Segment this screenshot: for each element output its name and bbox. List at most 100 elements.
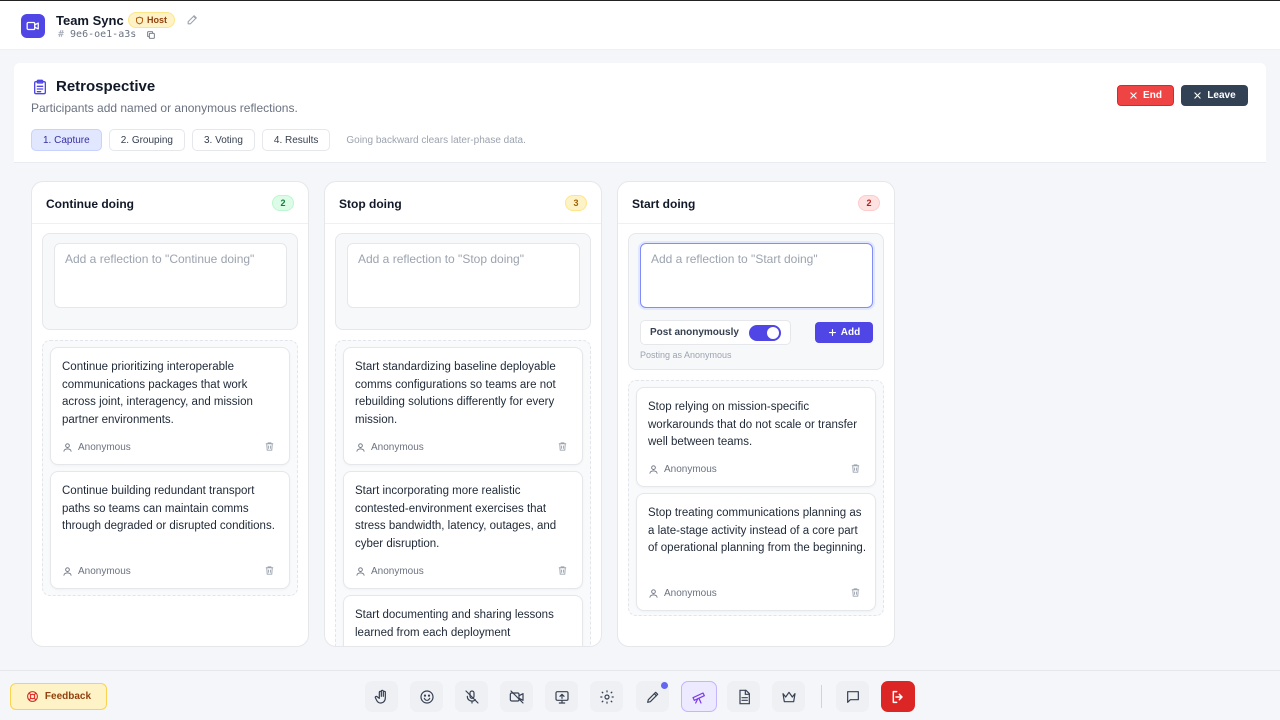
chat-button[interactable] — [836, 681, 869, 712]
draw-icon — [646, 691, 658, 703]
lifebuoy-icon — [27, 691, 38, 702]
reflection-card[interactable]: Start incorporating more realistic conte… — [343, 471, 583, 589]
copy-icon[interactable] — [146, 30, 156, 40]
column-header: Continue doing 2 — [32, 182, 308, 224]
trash-icon[interactable] — [850, 587, 861, 598]
column-header: Stop doing 3 — [325, 182, 601, 224]
bottom-toolbar: Feedback — [0, 670, 1280, 720]
feedback-label: Feedback — [44, 691, 92, 702]
plus-icon — [828, 328, 836, 337]
crown-icon — [781, 691, 796, 702]
mic-off-icon — [464, 689, 479, 704]
user-icon — [63, 443, 72, 452]
retro-subtitle: Participants add named or anonymous refl… — [31, 101, 298, 115]
reflection-card[interactable]: Continue prioritizing interoperable comm… — [50, 347, 290, 465]
raise-hand-button[interactable] — [365, 681, 398, 712]
screen-share-button[interactable] — [545, 681, 578, 712]
exit-icon — [892, 690, 903, 703]
column-title: Start doing — [632, 197, 696, 211]
reflection-input-box: Post anonymously Add Posting as Anonymou… — [628, 233, 884, 370]
crown-button[interactable] — [772, 681, 805, 712]
cards-area: Stop relying on mission-specific workaro… — [628, 380, 884, 616]
phase-note: Going backward clears later-phase data. — [346, 134, 526, 146]
reflection-card[interactable]: Start standardizing baseline deployable … — [343, 347, 583, 465]
exit-button[interactable] — [881, 681, 915, 712]
reflection-input[interactable] — [640, 243, 873, 308]
host-badge-label: Host — [147, 15, 167, 25]
column-start-doing: Start doing 2 Post anonymously Add Posti… — [617, 181, 895, 647]
cards-area: Continue prioritizing interoperable comm… — [42, 340, 298, 596]
card-text: Stop treating communications planning as… — [648, 507, 867, 555]
reflection-card[interactable]: Start documenting and sharing lessons le… — [343, 595, 583, 646]
retro-button[interactable] — [681, 681, 717, 712]
column-stop-doing: Stop doing 3 Start standardizing baselin… — [324, 181, 602, 647]
reflection-input-box — [42, 233, 298, 330]
card-text: Start incorporating more realistic conte… — [355, 485, 557, 551]
close-icon — [1194, 92, 1201, 99]
shield-icon — [136, 16, 143, 24]
trash-icon[interactable] — [557, 441, 568, 452]
raise-hand-icon — [374, 689, 386, 704]
mic-toggle-button[interactable] — [455, 681, 488, 712]
card-text: Continue prioritizing interoperable comm… — [62, 361, 253, 427]
top-bar: Team Sync Host # 9e6-oe1-a3s — [0, 0, 1280, 50]
settings-icon — [599, 689, 614, 704]
card-author: Anonymous — [62, 442, 131, 453]
tab-grouping[interactable]: 2. Grouping — [108, 129, 185, 151]
end-button[interactable]: End — [1117, 85, 1174, 106]
trash-icon[interactable] — [264, 441, 275, 452]
tab-results[interactable]: 4. Results — [261, 129, 331, 151]
reflection-card[interactable]: Stop treating communications planning as… — [636, 493, 876, 611]
edit-title-icon[interactable] — [186, 13, 199, 26]
column-count-badge: 2 — [272, 195, 294, 211]
user-icon — [356, 443, 365, 452]
phase-tabs: 1. Capture 2. Grouping 3. Voting 4. Resu… — [31, 129, 526, 151]
tab-voting[interactable]: 3. Voting — [191, 129, 255, 151]
draw-button[interactable] — [636, 681, 669, 712]
room-code-value: 9e6-oe1-a3s — [70, 29, 137, 40]
settings-button[interactable] — [590, 681, 623, 712]
camera-off-icon — [509, 689, 524, 704]
reflection-card[interactable]: Continue building redundant transport pa… — [50, 471, 290, 589]
card-text: Start documenting and sharing lessons le… — [355, 609, 554, 639]
screen-share-icon — [554, 690, 569, 704]
card-author-name: Anonymous — [371, 442, 424, 453]
retro-title: Retrospective — [56, 78, 156, 95]
column-title: Continue doing — [46, 197, 134, 211]
card-author-name: Anonymous — [371, 566, 424, 577]
trash-icon[interactable] — [850, 463, 861, 474]
card-author: Anonymous — [62, 566, 131, 577]
trash-icon[interactable] — [264, 565, 275, 576]
telescope-icon — [692, 691, 705, 704]
column-continue-doing: Continue doing 2 Continue prioritizing i… — [31, 181, 309, 647]
column-header: Start doing 2 — [618, 182, 894, 224]
trash-icon[interactable] — [557, 565, 568, 576]
feedback-button[interactable]: Feedback — [10, 683, 107, 710]
posting-as-note: Posting as Anonymous — [640, 350, 732, 360]
card-author: Anonymous — [648, 588, 717, 599]
toggle-switch[interactable] — [749, 325, 781, 341]
reflection-input[interactable] — [347, 243, 580, 308]
reflection-input[interactable] — [54, 243, 287, 308]
card-author: Anonymous — [648, 464, 717, 475]
add-button-label: Add — [840, 327, 861, 338]
notes-button[interactable] — [727, 681, 760, 712]
add-button[interactable]: Add — [815, 322, 873, 343]
user-icon — [649, 589, 658, 598]
reflection-card[interactable]: Stop relying on mission-specific workaro… — [636, 387, 876, 487]
card-text: Start standardizing baseline deployable … — [355, 361, 556, 427]
card-text: Stop relying on mission-specific workaro… — [648, 401, 858, 449]
toolbar-divider — [821, 685, 822, 708]
notes-icon — [738, 689, 750, 704]
hash-icon: # — [58, 29, 65, 40]
leave-button[interactable]: Leave — [1181, 85, 1248, 106]
post-anonymously-toggle[interactable]: Post anonymously — [640, 320, 791, 345]
tab-capture[interactable]: 1. Capture — [31, 129, 102, 151]
emoji-button[interactable] — [410, 681, 443, 712]
chat-icon — [846, 690, 859, 703]
card-text: Continue building redundant transport pa… — [62, 485, 275, 533]
card-author-name: Anonymous — [664, 464, 717, 475]
camera-toggle-button[interactable] — [500, 681, 533, 712]
video-camera-icon — [21, 14, 45, 38]
host-badge: Host — [128, 12, 175, 28]
